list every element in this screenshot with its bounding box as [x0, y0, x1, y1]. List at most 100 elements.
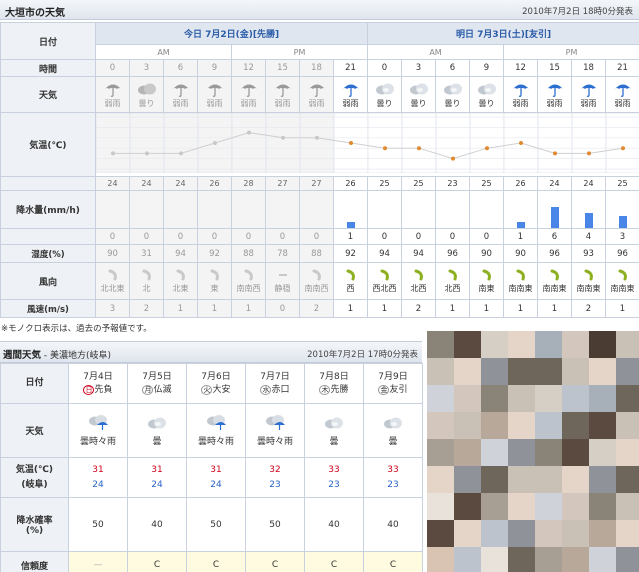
rain-bar	[516, 222, 525, 228]
cloud-icon	[148, 417, 166, 429]
wind-direction-cell: 北	[129, 262, 164, 300]
rain-value: 1	[333, 228, 368, 245]
rokuyo-label: 先負	[94, 384, 113, 395]
wind-direction-cell: 西北西	[367, 262, 402, 300]
weather-cell: 弱雨	[571, 76, 606, 113]
cloud-icon	[325, 417, 343, 429]
weekly-date-cell: 7月8日木先勝	[304, 363, 364, 404]
weather-cell: 弱雨	[163, 76, 198, 113]
weekly-date-cell: 7月6日火大安	[186, 363, 246, 404]
page-title: 大垣市の天気	[5, 8, 65, 19]
temperature-point	[553, 151, 557, 156]
humidity-value: 31	[129, 244, 164, 263]
row-label: 信頼度	[0, 551, 69, 572]
temperature-chart: 312927252321	[95, 112, 639, 177]
rain-bar-cell	[129, 190, 164, 229]
rain-probability: 40	[304, 497, 364, 552]
weekly-weather-cell: 曇	[127, 403, 187, 458]
row-label: 気温(℃)	[0, 112, 96, 177]
umbrella-gray-icon	[308, 84, 325, 97]
reliability-value: C	[245, 551, 305, 572]
advertisement-image[interactable]	[427, 331, 639, 572]
humidity-value: 96	[537, 244, 572, 263]
reliability-value: C	[186, 551, 246, 572]
rain-bar-cell	[537, 190, 572, 229]
hour-cell: 0	[367, 59, 402, 77]
rain-bar	[618, 216, 627, 228]
temperature-point	[315, 135, 319, 140]
weather-label: 曇り	[376, 99, 393, 108]
umbrella-icon	[546, 84, 563, 97]
reliability-value: C	[304, 551, 364, 572]
wind-direction-cell: 南東	[469, 262, 504, 300]
weekly-date-cell: 7月5日月仏滅	[127, 363, 187, 404]
weekly-temp-cell: 31 24	[186, 457, 246, 498]
row-label: 時間	[0, 59, 96, 77]
past-forecast-note: ※モノクロ表示は、過去の予報値です。	[1, 324, 152, 334]
rain-unit-label: (%)	[25, 526, 44, 536]
rain-value: 0	[401, 228, 436, 245]
humidity-value: 90	[503, 244, 538, 263]
photo-tile	[616, 385, 639, 412]
weather-label: 弱雨	[274, 99, 291, 108]
chart-column-bg	[96, 113, 131, 174]
cloud-rain-icon	[89, 415, 108, 430]
wind-direction-cell: 南南西	[299, 262, 334, 300]
row-label: 降水量(mm/h)	[0, 190, 96, 229]
photo-tile	[454, 466, 481, 493]
chart-column-bg	[537, 113, 573, 174]
weather-cell: 弱雨	[537, 76, 572, 113]
hour-cell: 0	[95, 59, 130, 77]
photo-tile	[481, 466, 508, 493]
rain-bar-cell	[95, 190, 130, 229]
rain-bar-cell	[299, 190, 334, 229]
rain-bar-cell	[265, 190, 300, 229]
rain-probability: 40	[127, 497, 187, 552]
wind-direction-label: 北北東	[100, 283, 125, 293]
chart-column-bg	[401, 113, 437, 174]
photo-tile	[589, 412, 616, 439]
photo-tile	[616, 331, 639, 358]
low-temp: 23	[328, 479, 340, 490]
temperature-point	[587, 151, 591, 156]
umbrella-gray-icon	[104, 84, 121, 97]
photo-tile	[562, 547, 589, 572]
rain-bar-cell	[571, 190, 606, 229]
hour-cell: 12	[503, 59, 538, 77]
cloud-icon	[384, 417, 402, 429]
rain-bar-cell	[503, 190, 538, 229]
weather-cell: 曇り	[435, 76, 470, 113]
weekly-region: - 美濃地方(岐阜)	[41, 351, 112, 361]
hourly-forecast-table: 日付 今日 7月2日(金)[先勝] 明日 7月3日(土)[友引] AM PM AM PM 時間…	[0, 22, 639, 318]
temperature-point	[111, 151, 115, 156]
weather-label: 曇り	[478, 99, 495, 108]
umbrella-gray-icon	[274, 84, 291, 97]
ampm-label: AM	[367, 44, 504, 60]
rokuyo-label: [友引]	[524, 30, 552, 40]
wind-direction-icon	[244, 269, 253, 280]
rain-value: 4	[571, 228, 606, 245]
humidity-value: 94	[401, 244, 436, 263]
photo-tile	[562, 439, 589, 466]
row-label: 日付	[0, 22, 96, 60]
photo-tile	[589, 547, 616, 572]
rain-bar-cell	[231, 190, 266, 229]
photo-tile	[535, 547, 562, 572]
weekly-weather-label: 曇時々雨	[256, 437, 293, 447]
photo-tile	[508, 331, 535, 358]
cloud-rain-icon	[207, 415, 226, 430]
rain-probability: 40	[363, 497, 423, 552]
day-header-tomorrow: 明日 7月3日(土)[友引]	[367, 22, 639, 45]
weekly-weather-cell: 曇時々雨	[68, 403, 128, 458]
weather-cell: 弱雨	[333, 76, 368, 113]
temperature-value: 25	[469, 176, 504, 191]
hour-cell: 9	[469, 59, 504, 77]
cloud-icon	[409, 83, 428, 95]
wind-direction-icon	[584, 269, 593, 280]
photo-tile	[535, 385, 562, 412]
rain-probability: 50	[68, 497, 128, 552]
photo-tile	[589, 466, 616, 493]
photo-tile	[562, 358, 589, 385]
hour-cell: 18	[299, 59, 334, 77]
temperature-value: 26	[333, 176, 368, 191]
